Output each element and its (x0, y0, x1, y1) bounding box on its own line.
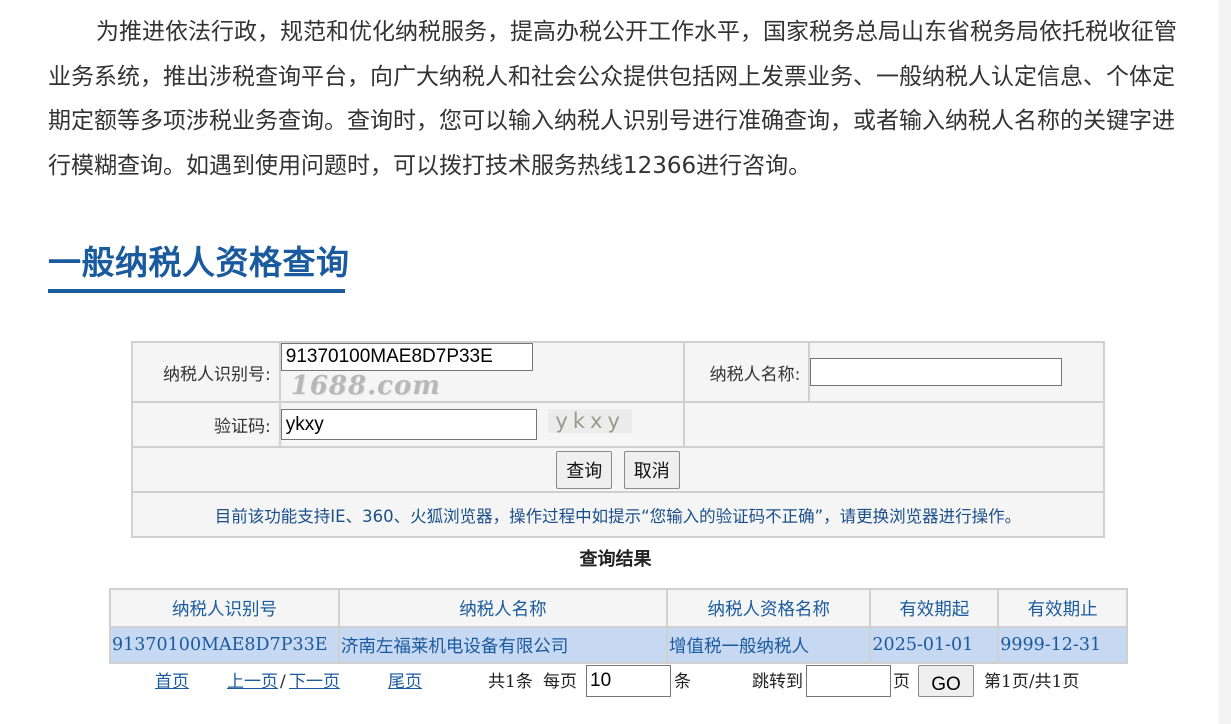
last-page-link[interactable]: 尾页 (388, 664, 422, 700)
site-logo-watermark: 1688.com (290, 371, 441, 401)
captcha-label: 验证码: (131, 401, 281, 448)
pagination: 首页 上一页 / 下一页 尾页 共1条 每页 条 跳转到 页 GO 第1页/共1… (0, 664, 1231, 700)
column-header: 纳税人资格名称 (665, 588, 872, 628)
total-count: 共1条 (488, 672, 533, 692)
query-form: 纳税人识别号: 1688.com 纳税人名称: 验证码: ykxy 查询 取消 … (131, 341, 1106, 538)
table-row[interactable]: 91370100MAE8D7P33E 济南左福莱机电设备有限公司 增值税一般纳税… (109, 626, 1128, 664)
cell-qualification: 增值税一般纳税人 (665, 626, 872, 664)
page-unit: 页 (893, 672, 910, 692)
cell-taxpayer-name: 济南左福莱机电设备有限公司 (337, 626, 668, 664)
taxpayer-name-input[interactable] (810, 358, 1063, 386)
taxpayer-id-cell: 1688.com (278, 341, 685, 403)
per-page-label: 每页 (543, 672, 577, 692)
button-row: 查询 取消 (131, 446, 1105, 493)
results-title: 查询结果 (579, 549, 652, 570)
captcha-cell: ykxy (278, 401, 685, 448)
go-button[interactable]: GO (918, 665, 974, 697)
taxpayer-name-cell (808, 341, 1105, 403)
taxpayer-id-input[interactable] (280, 343, 533, 371)
page-info: 第1页/共1页 (984, 672, 1080, 692)
empty-cell (682, 401, 1106, 448)
results-header-row: 纳税人识别号 纳税人名称 纳税人资格名称 有效期起 有效期止 (109, 588, 1128, 628)
next-page-link[interactable]: 下一页 (289, 664, 340, 700)
per-page-unit: 条 (674, 672, 691, 692)
results-table: 纳税人识别号 纳税人名称 纳税人资格名称 有效期起 有效期止 91370100M… (109, 588, 1128, 664)
title-underline (48, 289, 345, 293)
cancel-button[interactable]: 取消 (623, 450, 680, 489)
page-title: 一般纳税人资格查询 (48, 243, 350, 282)
cell-valid-to: 9999-12-31 (997, 626, 1128, 664)
jump-page-input[interactable] (806, 665, 891, 697)
browser-notice: 目前该功能支持IE、360、火狐浏览器，操作过程中如提示“您输入的验证码不正确”… (131, 491, 1105, 538)
captcha-image[interactable]: ykxy (548, 408, 633, 433)
column-header: 纳税人名称 (337, 588, 668, 628)
prev-page-link[interactable]: 上一页 (227, 664, 278, 700)
intro-paragraph: 为推进依法行政，规范和优化纳税服务，提高办税公开工作水平，国家税务总局山东省税务… (48, 19, 1177, 179)
captcha-input[interactable] (280, 409, 537, 440)
cell-taxpayer-id: 91370100MAE8D7P33E (109, 626, 340, 664)
taxpayer-name-label: 纳税人名称: (682, 341, 811, 403)
per-page-input[interactable] (586, 665, 671, 697)
column-header: 有效期止 (997, 588, 1128, 628)
scrollbar-track[interactable] (1219, 0, 1231, 724)
pager-separator: / (280, 672, 286, 692)
column-header: 纳税人识别号 (109, 588, 340, 628)
cell-valid-from: 2025-01-01 (869, 626, 1000, 664)
first-page-link[interactable]: 首页 (155, 664, 189, 700)
taxpayer-id-label: 纳税人识别号: (131, 341, 281, 403)
column-header: 有效期起 (869, 588, 1000, 628)
query-button[interactable]: 查询 (556, 450, 613, 489)
jump-label: 跳转到 (752, 672, 803, 692)
